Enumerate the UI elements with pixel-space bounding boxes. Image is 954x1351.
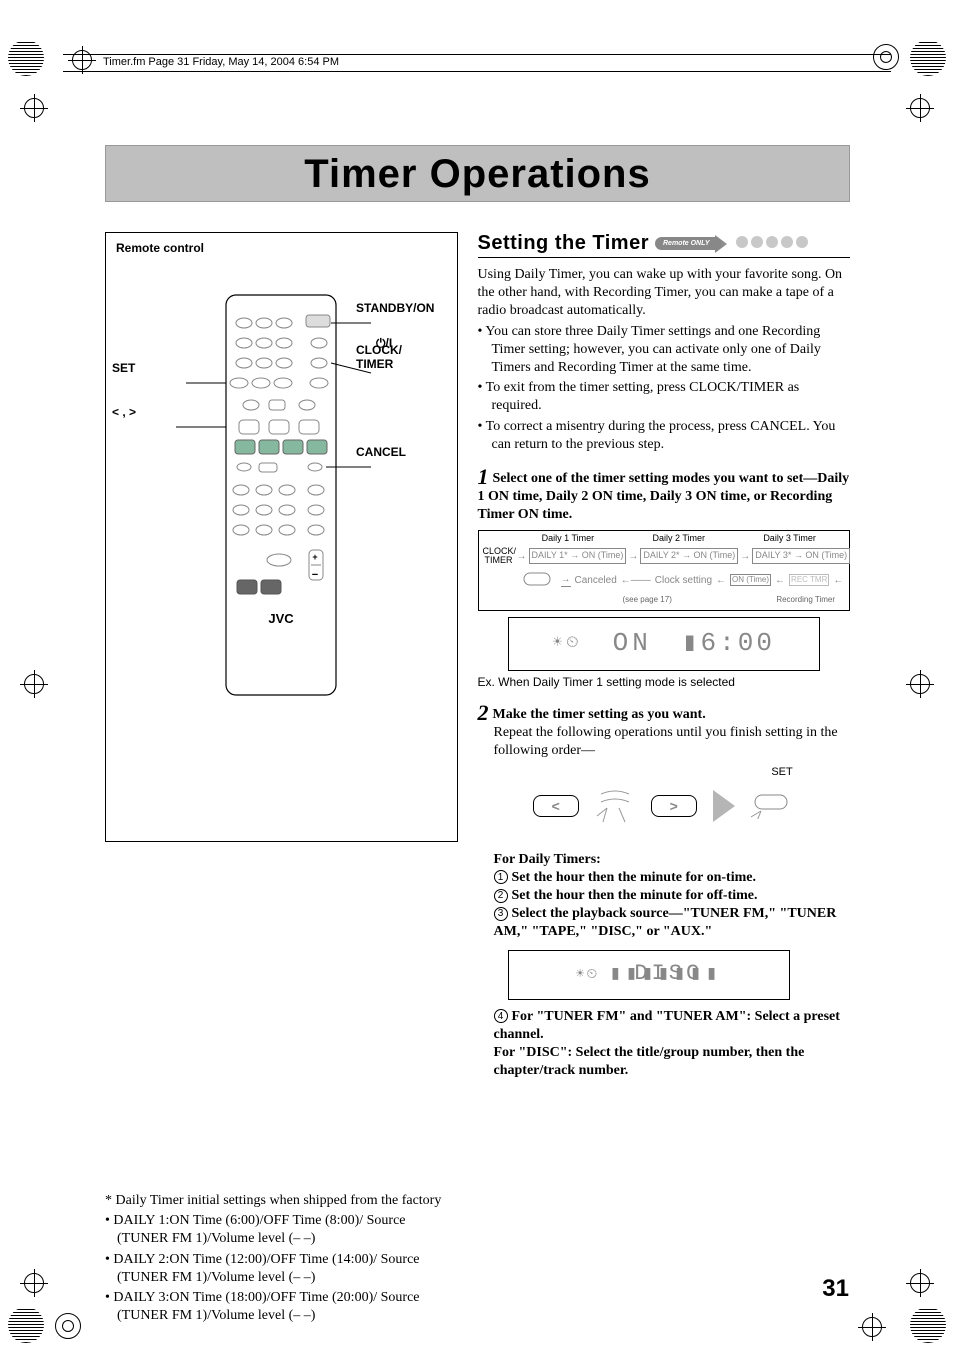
svg-text:JVC: JVC (269, 611, 295, 626)
callout-standby: STANDBY/ON (356, 301, 434, 315)
step2-item4: For "TUNER FM" and "TUNER AM": Select a … (494, 1009, 840, 1079)
remote-control-box: Remote control (105, 232, 458, 842)
lcd-caption: Ex. When Daily Timer 1 setting mode is s… (478, 675, 851, 691)
svg-text:+: + (313, 552, 318, 562)
print-mark (910, 40, 946, 76)
registration-mark (20, 670, 48, 698)
footnote-daily3: • DAILY 3:ON Time (18:00)/OFF Time (20:0… (117, 1289, 458, 1325)
footnote-daily2: • DAILY 2:ON Time (12:00)/OFF Time (14:0… (117, 1251, 458, 1287)
remote-label: Remote control (116, 241, 204, 255)
print-mark (8, 40, 44, 76)
callout-arrows: < , > (112, 405, 136, 419)
svg-text:−: − (312, 569, 318, 581)
decorative-dots (733, 235, 808, 253)
registration-mark (20, 1269, 48, 1297)
print-mark (55, 1313, 81, 1339)
left-key-icon: < (533, 795, 579, 817)
callout-cancel: CANCEL (356, 445, 406, 459)
intro-bullets: • You can store three Daily Timer settin… (478, 323, 851, 454)
arrow-set-diagram: < > SET (478, 771, 851, 841)
initial-settings-note: * Daily Timer initial settings when ship… (105, 1192, 458, 1325)
page-title: Timer Operations (105, 145, 850, 202)
registration-mark (858, 1313, 886, 1341)
arrow-icon (713, 790, 735, 822)
intro-text: Using Daily Timer, you can wake up with … (478, 266, 851, 321)
press-lines-icon (595, 788, 635, 824)
set-button-icon (751, 789, 795, 819)
step-1: 1Select one of the timer setting modes y… (478, 466, 851, 690)
callout-set: SET (112, 361, 135, 375)
section-title: Setting the Timer (478, 232, 650, 255)
timer-flow-diagram: Daily 1 Timer Daily 2 Timer Daily 3 Time… (478, 530, 851, 610)
remote-only-badge: Remote ONLY (655, 237, 716, 250)
lcd-example-1: ☀⏲ ON ▮6:00 (508, 617, 821, 671)
registration-mark (906, 94, 934, 122)
step-2: 2Make the timer setting as you want. Rep… (478, 702, 851, 1080)
section-header: Setting the Timer Remote ONLY » (478, 232, 851, 258)
print-header: Timer.fm Page 31 Friday, May 14, 2004 6:… (63, 54, 891, 72)
daily-timers-heading: For Daily Timers: (494, 851, 851, 869)
page-number: 31 (822, 1275, 849, 1303)
clock-timer-button-icon (523, 569, 557, 591)
footnote-daily1: • DAILY 1:ON Time (6:00)/OFF Time (8:00)… (117, 1212, 458, 1248)
right-key-icon: > (651, 795, 697, 817)
registration-mark (20, 94, 48, 122)
print-mark (8, 1307, 44, 1343)
registration-mark (906, 1269, 934, 1297)
callout-clock-timer: CLOCK/ TIMER (356, 343, 402, 371)
registration-mark (906, 670, 934, 698)
footnote-star: * Daily Timer initial settings when ship… (117, 1192, 458, 1210)
print-mark (910, 1307, 946, 1343)
